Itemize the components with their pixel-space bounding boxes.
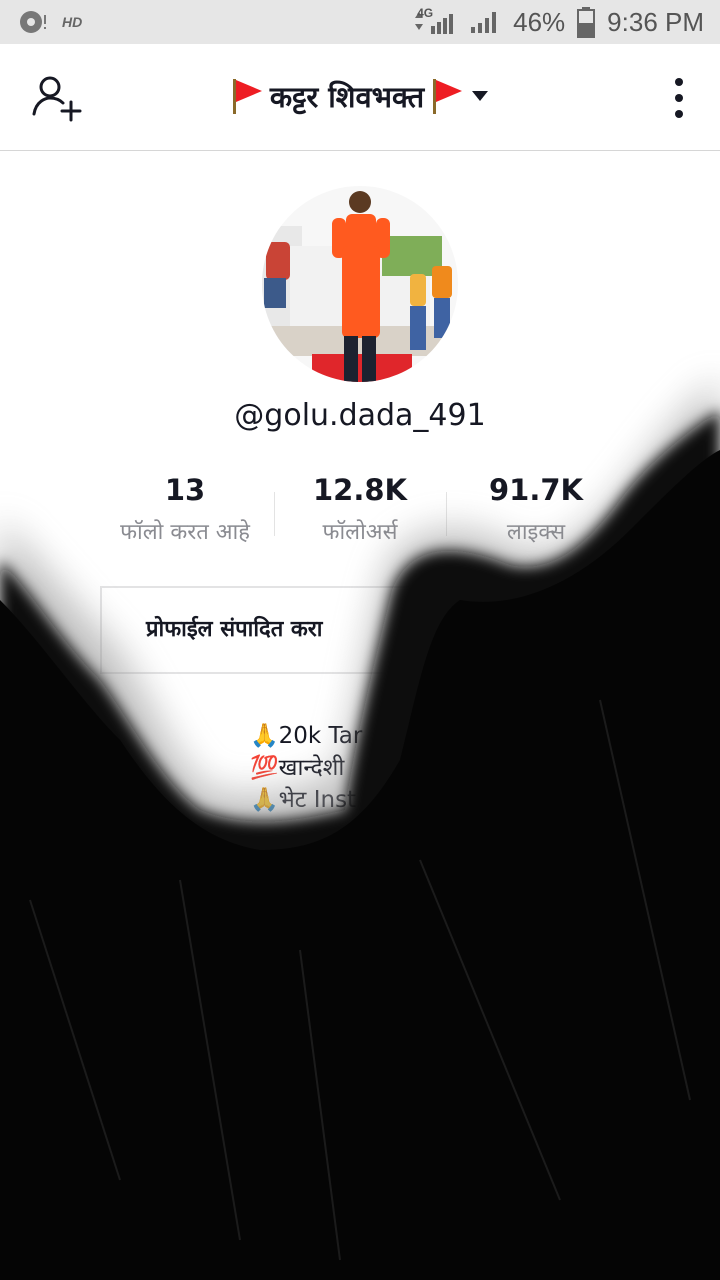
likes-label: लाइक्स xyxy=(506,520,566,545)
avatar[interactable] xyxy=(262,186,458,382)
bio-line: 💯खान्देशी xyxy=(250,755,345,781)
username: @golu.dada_491 xyxy=(234,398,486,433)
likes-count: 91.7K xyxy=(488,473,584,507)
battery-percent: 46% xyxy=(513,6,566,37)
account-switcher[interactable]: कट्टर शिवभक्त xyxy=(0,74,720,118)
page-title: कट्टर शिवभक्त xyxy=(269,79,425,114)
profile-header: कट्टर शिवभक्त xyxy=(0,44,720,151)
network-type-label: 4G xyxy=(417,6,434,20)
bio-line: 🙏20k Tar xyxy=(250,723,363,749)
battery-icon xyxy=(577,7,596,38)
sync-icon xyxy=(20,11,46,33)
chevron-down-icon[interactable] xyxy=(470,89,490,103)
edit-profile-button[interactable]: प्रोफाईल संपादित करा xyxy=(100,586,462,674)
flag-icon xyxy=(232,79,262,114)
flag-icon xyxy=(433,79,463,114)
more-vertical-icon[interactable] xyxy=(672,76,686,120)
hd-label: HD xyxy=(62,14,83,30)
bio: 🙏20k Tar 💯खान्देशी 🙏भेट Inst xyxy=(250,720,362,816)
network-signal-icon: 4G xyxy=(411,6,457,36)
status-bar: HD 4G 46% 9:36 PM xyxy=(0,0,720,44)
clock: 9:36 PM xyxy=(607,6,704,37)
bio-line: 🙏भेट Inst xyxy=(250,787,357,813)
signal-icon xyxy=(471,12,497,33)
likes-stat[interactable]: 91.7K लाइक्स xyxy=(431,470,641,546)
